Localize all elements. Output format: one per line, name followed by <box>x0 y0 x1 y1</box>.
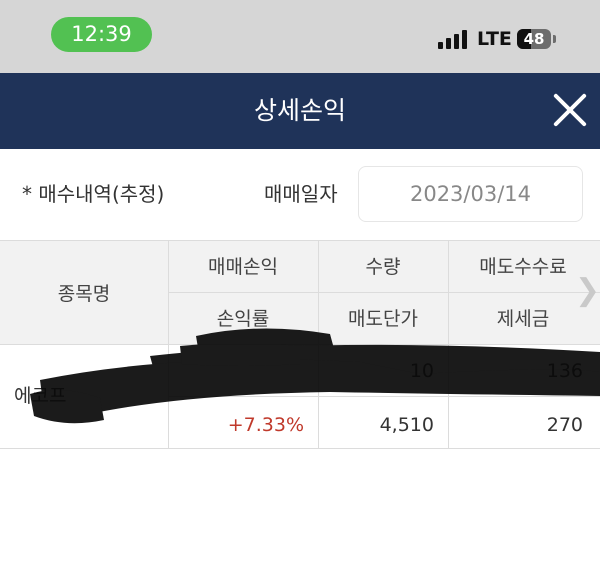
header-trade-pl: 매매손익 <box>208 256 278 278</box>
row-taxes: 270 <box>546 414 583 436</box>
row-sell-commission: 136 <box>546 360 583 382</box>
chevron-right-icon[interactable]: ❯ <box>575 276 600 306</box>
row-pl-rate: +7.33% <box>227 414 304 436</box>
row-quantity: 10 <box>409 360 434 382</box>
divider <box>0 448 600 449</box>
divider <box>0 344 600 345</box>
divider <box>168 292 600 293</box>
header-quantity: 수량 <box>365 256 401 278</box>
purchase-history-label: * 매수내역(추정) <box>22 182 165 206</box>
row-sell-price: 4,510 <box>379 414 434 436</box>
header-stock-name: 종목명 <box>57 283 111 305</box>
header-taxes: 제세금 <box>496 308 550 330</box>
header-sell-price: 매도단가 <box>348 308 418 330</box>
battery-level: 48 <box>523 30 545 48</box>
header-pl-rate: 손익률 <box>216 308 270 330</box>
status-time: 12:39 <box>51 17 152 52</box>
row-stock-name[interactable]: 에코프 <box>14 383 174 409</box>
divider <box>0 240 600 241</box>
network-type: LTE <box>477 28 512 50</box>
header-bar: 상세손익 <box>0 73 600 149</box>
divider <box>168 396 600 397</box>
close-icon[interactable] <box>552 92 588 128</box>
battery-icon: 48 <box>517 29 551 49</box>
page-title: 상세손익 <box>253 96 346 125</box>
battery-nub <box>553 35 556 43</box>
trade-date-label: 매매일자 <box>264 182 338 206</box>
trade-date-field[interactable]: 2023/03/14 <box>358 166 583 222</box>
signal-icon <box>438 29 470 49</box>
